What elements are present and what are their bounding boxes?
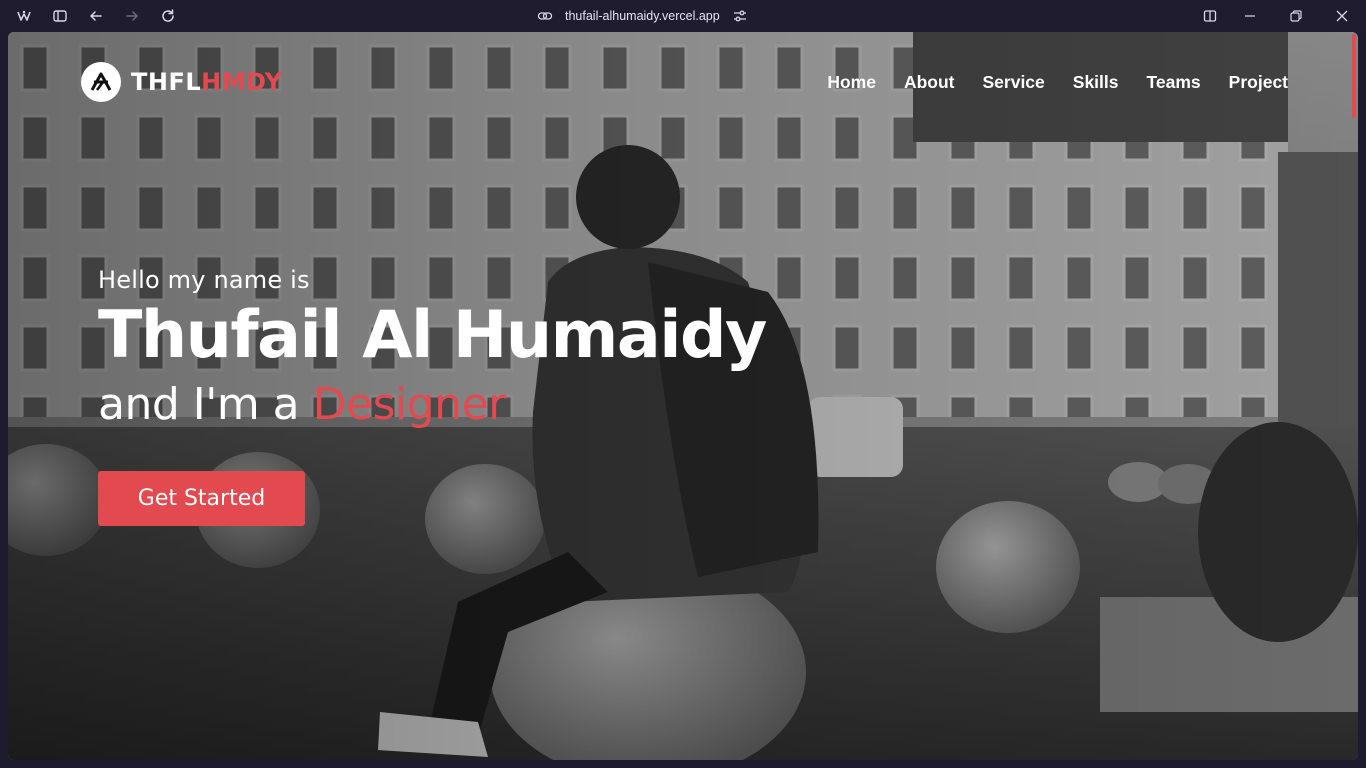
- nav-link-teams[interactable]: Teams: [1147, 72, 1201, 93]
- reload-icon[interactable]: [156, 4, 180, 28]
- restore-icon[interactable]: [1284, 4, 1308, 28]
- link-icon: [537, 8, 553, 24]
- page-scrollbar[interactable]: [1352, 34, 1356, 118]
- site-settings-icon[interactable]: [732, 8, 748, 24]
- url-text: thufail-alhumaidy.vercel.app: [565, 9, 720, 23]
- close-icon[interactable]: [1330, 4, 1354, 28]
- back-icon[interactable]: [84, 4, 108, 28]
- nav-link-home[interactable]: Home: [827, 72, 876, 93]
- hero-role: and I'm a Designer: [98, 378, 766, 432]
- logo-text-accent: HMDY: [201, 68, 283, 96]
- app-logo-icon[interactable]: [12, 4, 36, 28]
- page-viewport: THFLHMDY Home About Service Skills Teams…: [8, 32, 1358, 760]
- nav-link-project[interactable]: Project: [1229, 72, 1288, 93]
- split-view-icon[interactable]: [1198, 4, 1222, 28]
- hero-role-word: Designer: [312, 379, 507, 430]
- site-logo[interactable]: THFLHMDY: [81, 62, 283, 102]
- hero-section: Hello my name is Thufail Al Humaidy and …: [98, 266, 767, 432]
- logo-text: THFLHMDY: [131, 68, 283, 96]
- main-nav: Home About Service Skills Teams Project: [827, 72, 1288, 93]
- hero-role-prefix: and I'm a: [98, 379, 300, 430]
- nav-link-service[interactable]: Service: [983, 72, 1045, 93]
- get-started-button[interactable]: Get Started: [98, 471, 305, 526]
- logo-mark-icon: [81, 62, 121, 102]
- nav-link-skills[interactable]: Skills: [1073, 72, 1119, 93]
- nav-link-about[interactable]: About: [904, 72, 955, 93]
- forward-icon[interactable]: [120, 4, 144, 28]
- hero-name: Thufail Al Humaidy: [98, 298, 767, 373]
- minimize-icon[interactable]: [1238, 4, 1262, 28]
- address-bar[interactable]: thufail-alhumaidy.vercel.app: [537, 6, 748, 26]
- hero-greeting: Hello my name is: [98, 266, 310, 294]
- logo-text-primary: THFL: [131, 68, 202, 96]
- sidebar-icon[interactable]: [48, 4, 72, 28]
- browser-toolbar: thufail-alhumaidy.vercel.app: [0, 0, 1366, 32]
